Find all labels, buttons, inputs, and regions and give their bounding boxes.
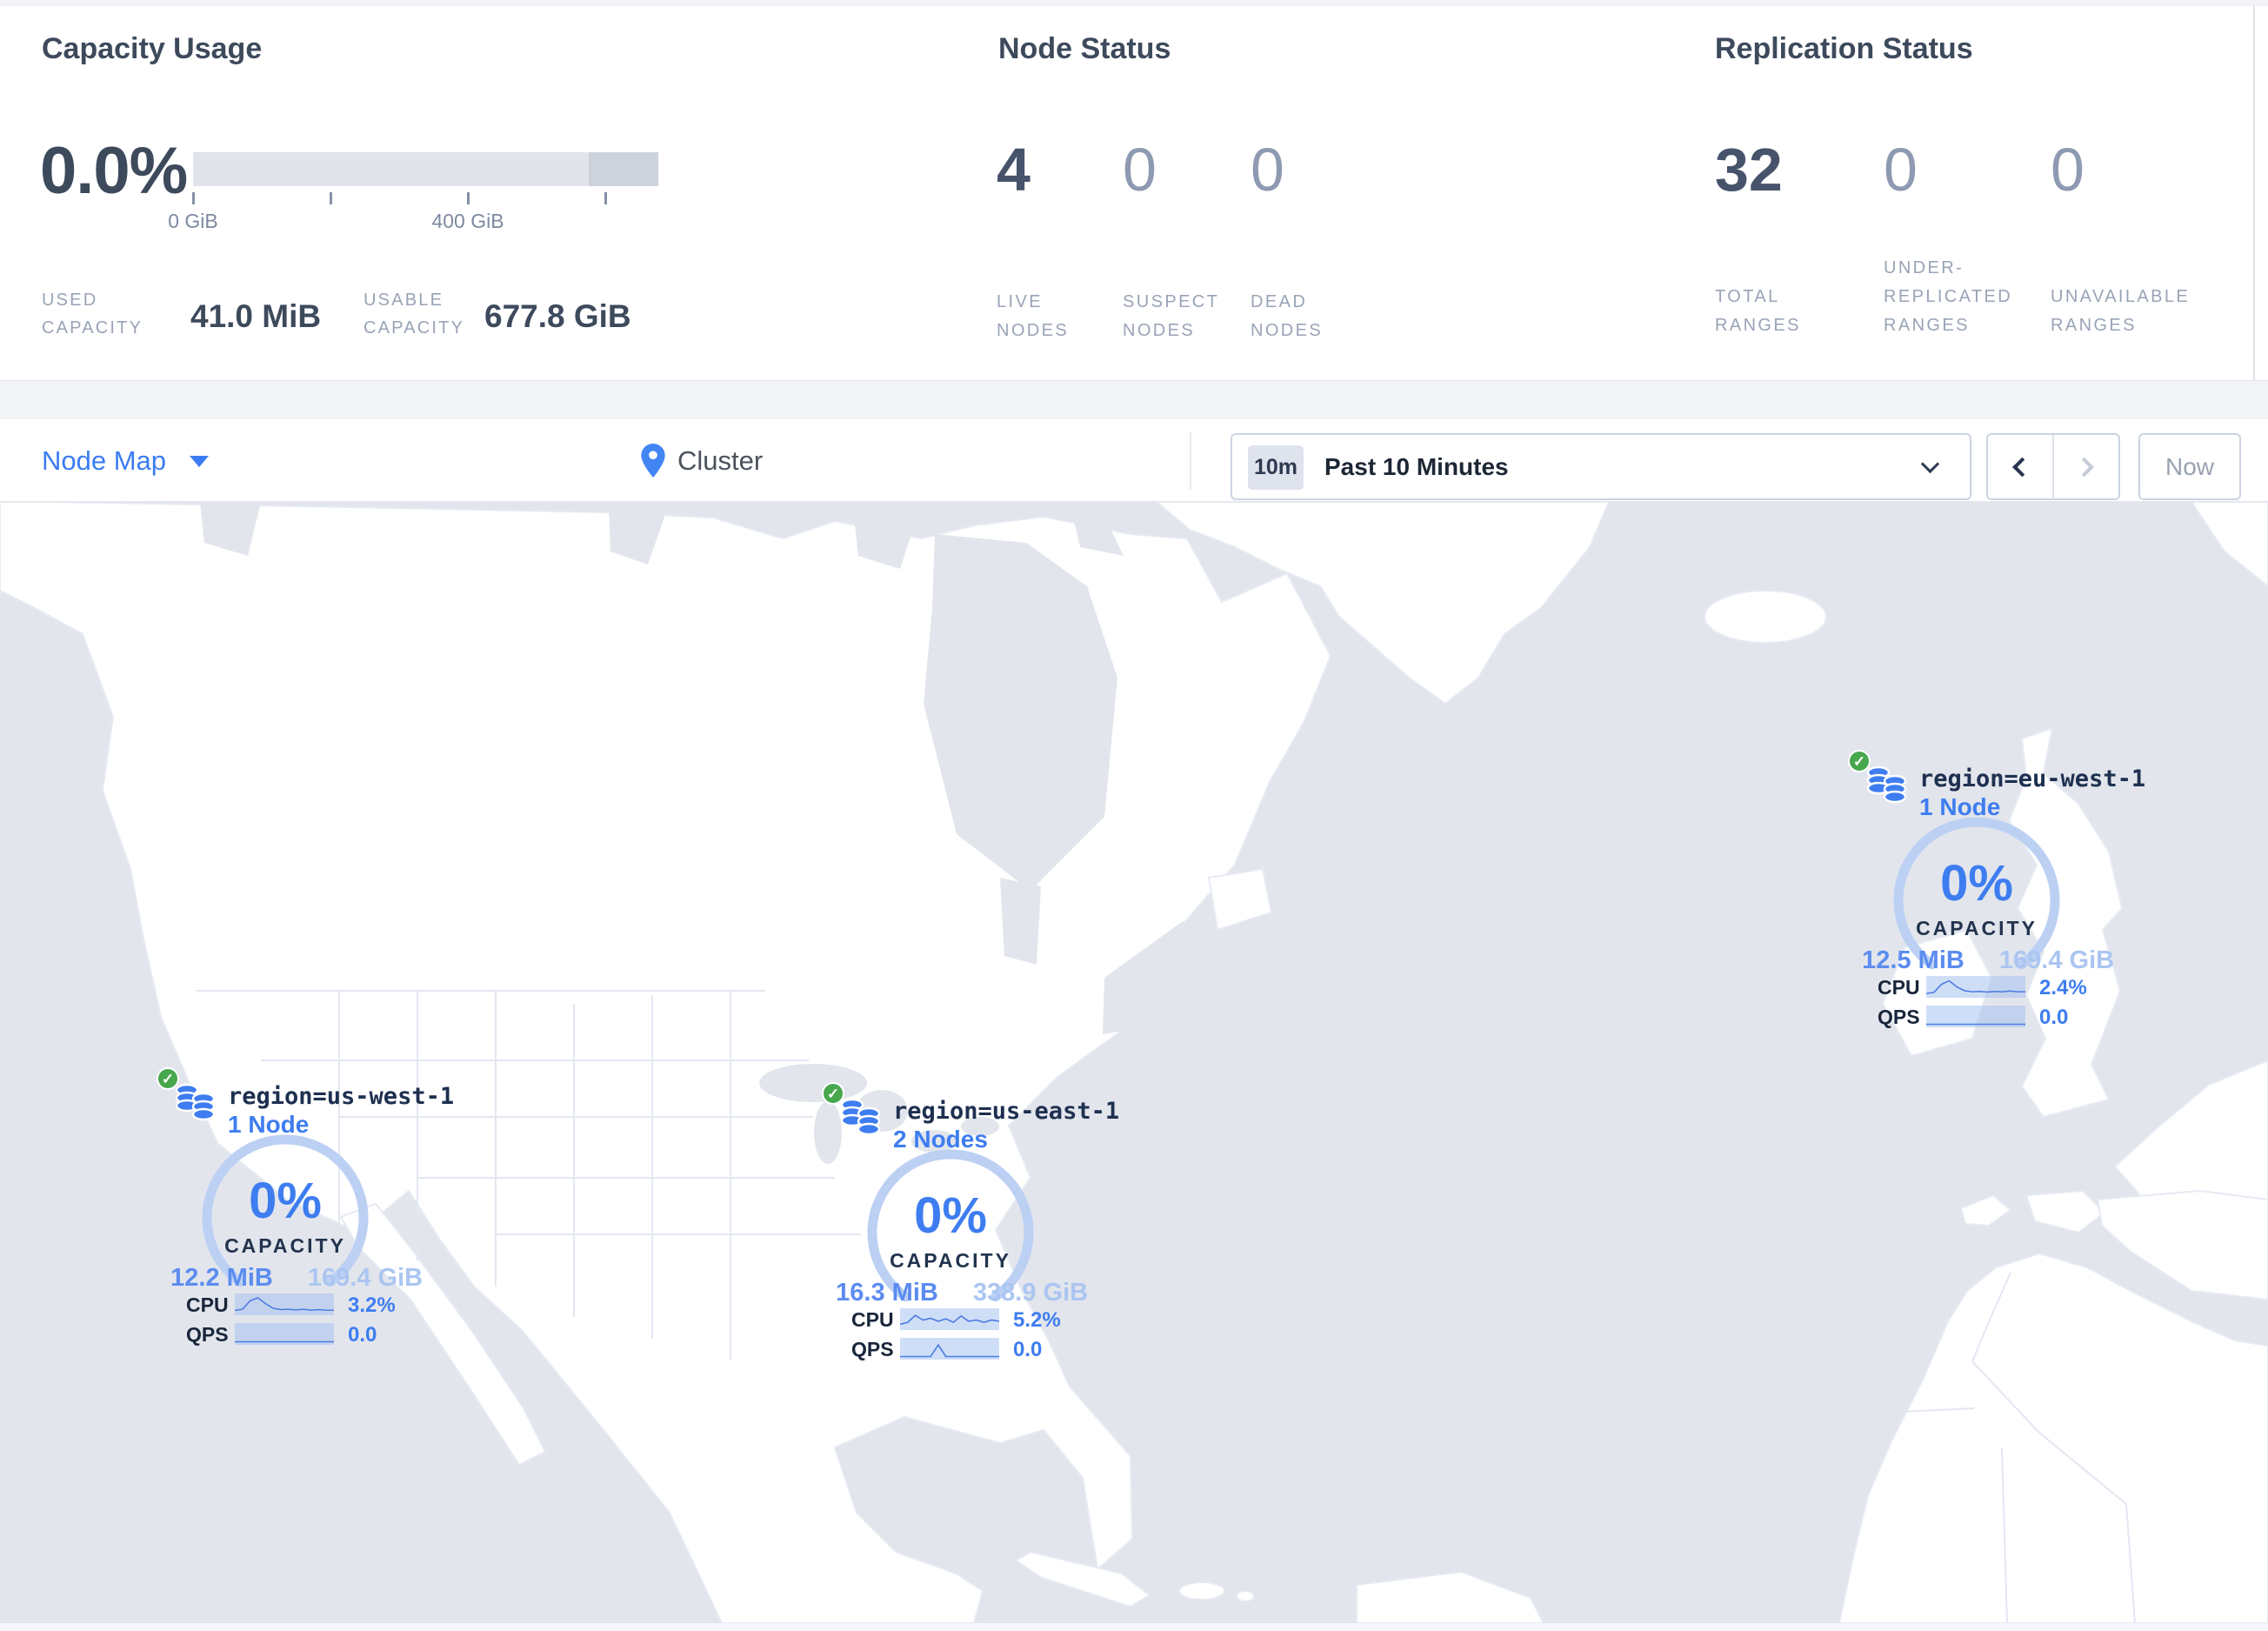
live-nodes-label: LIVE NODES bbox=[997, 292, 1070, 340]
time-prev-button[interactable] bbox=[1988, 435, 2052, 498]
time-range-label: Past 10 Minutes bbox=[1324, 453, 1509, 480]
qps-value: 0.0 bbox=[348, 1323, 377, 1347]
node-status-title: Node Status bbox=[998, 32, 1171, 65]
qps-value: 0.0 bbox=[2039, 1006, 2069, 1029]
capacity-axis-tick bbox=[192, 192, 195, 204]
cpu-label: CPU bbox=[186, 1293, 229, 1316]
replication-status-title: Replication Status bbox=[1715, 32, 1973, 65]
footer-strip bbox=[0, 1623, 2268, 1631]
now-button[interactable]: Now bbox=[2138, 433, 2241, 500]
qps-sparkline bbox=[235, 1323, 334, 1345]
time-next-button[interactable] bbox=[2052, 435, 2118, 498]
unavailable-ranges-count: 0 bbox=[2051, 136, 2085, 204]
map-pin-icon bbox=[641, 443, 665, 478]
qps-value: 0.0 bbox=[1013, 1338, 1043, 1361]
world-map bbox=[0, 502, 2268, 1623]
chevron-down-icon bbox=[190, 456, 209, 467]
capacity-axis-tick bbox=[604, 192, 607, 204]
cpu-label: CPU bbox=[851, 1308, 894, 1331]
cpu-value: 3.2% bbox=[348, 1293, 396, 1317]
under-replicated-ranges-label: UNDER- REPLICATED RANGES bbox=[1884, 258, 2013, 335]
capacity-label: CAPACITY bbox=[890, 1249, 1011, 1272]
scrollbar-track-edge[interactable] bbox=[2253, 6, 2255, 380]
time-range-badge: 10m bbox=[1248, 445, 1304, 490]
capacity-axis-label-0: 0 GiB bbox=[168, 210, 218, 232]
region-label: region=us-west-1 bbox=[228, 1083, 455, 1110]
used-capacity-label: USED CAPACITY bbox=[42, 291, 143, 338]
total-ranges-label: TOTAL RANGES bbox=[1715, 287, 1801, 335]
capacity-percent: 0% bbox=[914, 1187, 987, 1244]
usable-capacity-label: USABLE CAPACITY bbox=[364, 291, 465, 338]
breadcrumb-cluster-label: Cluster bbox=[677, 445, 764, 476]
qps-sparkline bbox=[1926, 1006, 2025, 1027]
chevron-left-icon bbox=[2012, 457, 2032, 477]
capacity-bar bbox=[193, 152, 658, 186]
suspect-nodes-label: SUSPECT NODES bbox=[1123, 292, 1220, 340]
database-icon bbox=[1866, 765, 1907, 804]
cpu-sparkline bbox=[900, 1308, 999, 1330]
unavailable-ranges-label: UNAVAILABLE RANGES bbox=[2051, 287, 2191, 335]
capacity-bar-nonusable-segment bbox=[589, 152, 658, 186]
database-icon bbox=[840, 1098, 881, 1136]
dead-nodes-count: 0 bbox=[1251, 136, 1284, 204]
cpu-sparkline bbox=[1926, 976, 2025, 998]
capacity-axis-tick bbox=[467, 192, 470, 204]
stats-panel: Capacity Usage 0.0% 0 GiB 400 GiB USED C… bbox=[0, 5, 2268, 381]
total-ranges-count: 32 bbox=[1715, 136, 1783, 204]
region-marker-us-west-1[interactable]: ✓ region=us-west-1 1 Node 0% CAPACITY 12… bbox=[157, 1066, 454, 1353]
toolbar-divider bbox=[1190, 431, 1191, 490]
usable-capacity-value: 338.9 GiB bbox=[972, 1279, 1089, 1307]
region-marker-us-east-1[interactable]: ✓ region=us-east-1 2 Nodes 0% CAPACITY 1… bbox=[822, 1080, 1119, 1367]
dead-nodes-label: DEAD NODES bbox=[1251, 292, 1324, 340]
region-label: region=eu-west-1 bbox=[1919, 765, 2146, 792]
qps-label: QPS bbox=[186, 1323, 229, 1346]
database-icon bbox=[175, 1083, 216, 1121]
used-capacity-value: 12.5 MiB bbox=[1862, 946, 1964, 974]
capacity-axis-tick bbox=[330, 192, 332, 204]
view-selector-dropdown[interactable]: Node Map bbox=[42, 419, 166, 502]
qps-label: QPS bbox=[851, 1338, 894, 1360]
cpu-label: CPU bbox=[1878, 976, 1920, 999]
capacity-percent: 0% bbox=[249, 1173, 322, 1229]
used-capacity-value: 16.3 MiB bbox=[836, 1279, 938, 1307]
qps-label: QPS bbox=[1878, 1006, 1920, 1028]
usable-capacity-value: 677.8 GiB bbox=[484, 298, 631, 334]
node-map[interactable] bbox=[0, 502, 2268, 1623]
capacity-percent: 0% bbox=[1940, 855, 2013, 912]
time-range-dropdown[interactable]: 10m Past 10 Minutes bbox=[1231, 433, 1971, 500]
breadcrumb[interactable]: Cluster bbox=[641, 419, 763, 502]
capacity-percent: 0.0% bbox=[40, 134, 188, 208]
qps-sparkline bbox=[900, 1338, 999, 1360]
capacity-usage-title: Capacity Usage bbox=[42, 32, 263, 65]
capacity-label: CAPACITY bbox=[224, 1234, 346, 1257]
toolbar: Node Map Cluster 10m Past 10 Minutes Now bbox=[0, 419, 2268, 502]
chevron-down-icon bbox=[1920, 454, 1940, 474]
under-replicated-ranges-count: 0 bbox=[1884, 136, 1918, 204]
usable-capacity-value: 169.4 GiB bbox=[1998, 946, 2115, 974]
cpu-value: 5.2% bbox=[1013, 1308, 1061, 1332]
region-marker-eu-west-1[interactable]: ✓ region=eu-west-1 1 Node 0% CAPACITY 12… bbox=[1848, 748, 2145, 1035]
used-capacity-value: 41.0 MiB bbox=[190, 298, 322, 334]
capacity-axis-label-400: 400 GiB bbox=[431, 210, 504, 232]
cpu-value: 2.4% bbox=[2039, 976, 2087, 999]
cpu-sparkline bbox=[235, 1293, 334, 1315]
time-pager bbox=[1986, 433, 2120, 500]
region-label: region=us-east-1 bbox=[893, 1098, 1120, 1125]
used-capacity-value: 12.2 MiB bbox=[170, 1264, 273, 1292]
suspect-nodes-count: 0 bbox=[1123, 136, 1157, 204]
capacity-label: CAPACITY bbox=[1916, 917, 2038, 939]
usable-capacity-value: 169.4 GiB bbox=[307, 1264, 424, 1292]
live-nodes-count: 4 bbox=[997, 136, 1031, 204]
chevron-right-icon bbox=[2074, 457, 2094, 477]
